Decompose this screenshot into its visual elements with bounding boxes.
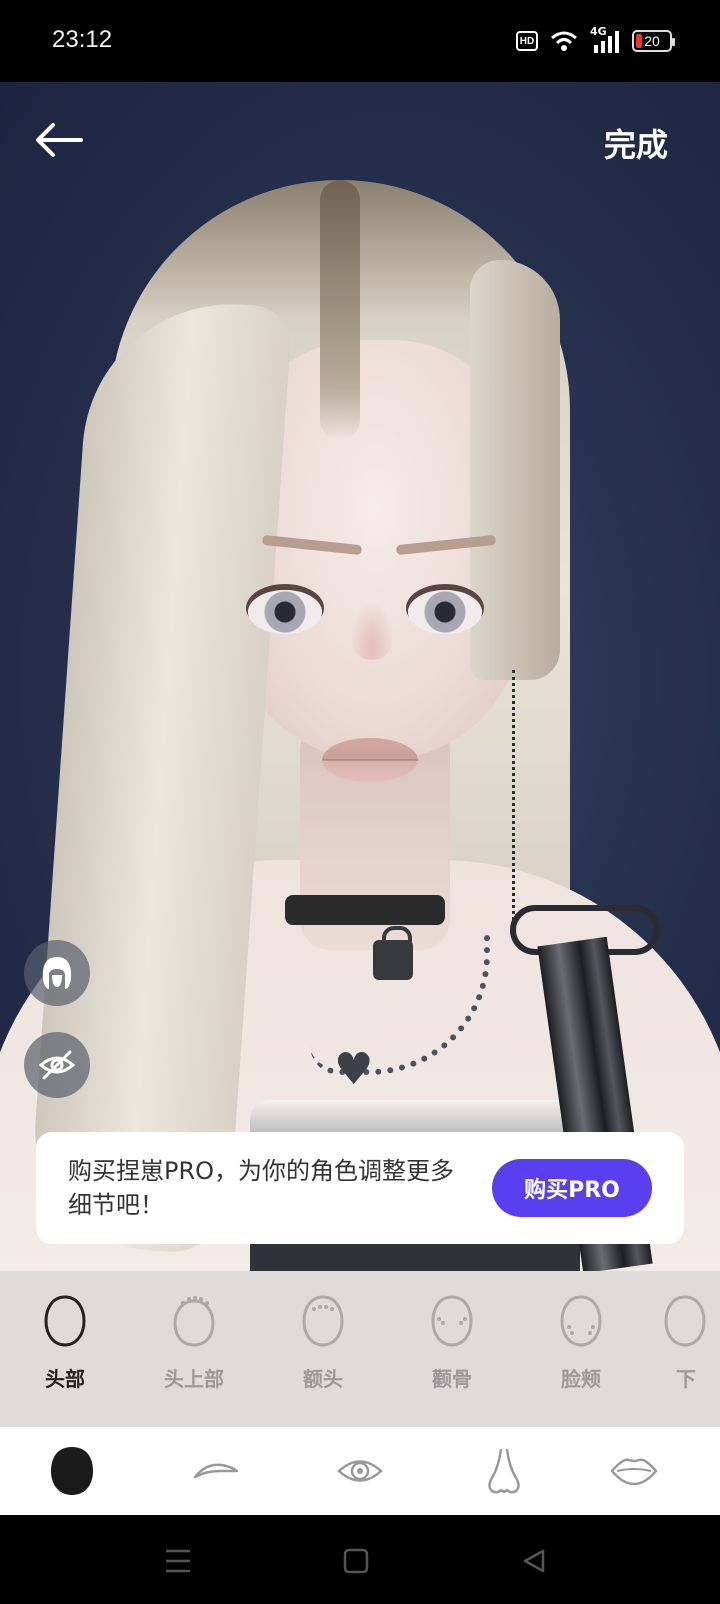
- cheekbone-icon: [431, 1295, 473, 1347]
- category-face[interactable]: [42, 1441, 102, 1501]
- back-arrow-icon: [36, 123, 83, 157]
- face-icon: [51, 1447, 93, 1495]
- tab-head-top-label: 头上部: [164, 1367, 224, 1391]
- pro-promo-card: 购买捏崽PRO，为你的角色调整更多细节吧！ 购买PRO: [36, 1132, 684, 1244]
- buy-pro-button[interactable]: 购买PRO: [492, 1159, 652, 1217]
- nose-icon: [488, 1448, 520, 1494]
- eye-hidden-icon: [38, 1050, 76, 1080]
- signal-icon: 4G: [590, 25, 620, 53]
- cheek-icon: [560, 1295, 602, 1347]
- tab-forehead-label: 额头: [303, 1367, 343, 1391]
- category-lips[interactable]: [604, 1441, 664, 1501]
- status-time: 23:12: [52, 26, 113, 53]
- tab-head[interactable]: 头部: [15, 1291, 115, 1411]
- battery-level: 20: [644, 33, 660, 49]
- tab-cheek-label: 脸颊: [561, 1367, 601, 1391]
- category-nose[interactable]: [474, 1441, 534, 1501]
- status-icons: HD 4G 20: [516, 25, 675, 56]
- avatar-character: ♥: [0, 82, 720, 1271]
- tab-forehead[interactable]: 额头: [273, 1291, 373, 1411]
- wifi-icon: [551, 31, 577, 51]
- home-icon: [343, 1548, 369, 1574]
- eye-icon: [337, 1460, 383, 1482]
- hair-icon: [42, 957, 72, 989]
- hair-toggle-button[interactable]: [24, 940, 90, 1006]
- category-eyebrow[interactable]: [186, 1441, 246, 1501]
- jaw-icon: [664, 1295, 706, 1347]
- tab-cheekbone[interactable]: 颧骨: [402, 1291, 502, 1411]
- forehead-icon: [302, 1295, 344, 1347]
- nav-back-button[interactable]: [514, 1541, 554, 1581]
- visibility-toggle-button[interactable]: [24, 1032, 90, 1098]
- system-nav-bar: [0, 1515, 720, 1604]
- menu-icon: [166, 1549, 190, 1573]
- tab-jaw[interactable]: 下: [660, 1291, 720, 1411]
- tab-head-top[interactable]: 头上部: [144, 1291, 244, 1411]
- head-top-icon: [173, 1296, 215, 1347]
- promo-text: 购买捏崽PRO，为你的角色调整更多细节吧！: [68, 1157, 455, 1219]
- eyebrow-icon: [193, 1463, 239, 1479]
- category-eye[interactable]: [330, 1441, 390, 1501]
- battery-icon: 20: [632, 30, 675, 52]
- done-button[interactable]: 完成: [604, 120, 668, 166]
- head-outline-icon: [44, 1295, 86, 1347]
- avatar-editor-screen: 23:12 HD 4G 20 ♥ 完成 购买捏崽PRO，为你的角色调整更多细节吧…: [0, 0, 720, 1604]
- feature-category-bar: [0, 1427, 720, 1515]
- tab-head-label: 头部: [45, 1367, 85, 1391]
- nav-menu-button[interactable]: [158, 1541, 198, 1581]
- hd-icon: HD: [516, 31, 538, 51]
- tab-jaw-label: 下: [676, 1367, 696, 1391]
- back-button[interactable]: [34, 118, 84, 162]
- tab-cheekbone-label: 颧骨: [432, 1367, 472, 1391]
- nav-home-button[interactable]: [336, 1541, 376, 1581]
- back-icon: [523, 1549, 545, 1573]
- lips-icon: [610, 1458, 658, 1486]
- tab-cheek[interactable]: 脸颊: [531, 1291, 631, 1411]
- avatar-viewport[interactable]: ♥: [0, 82, 720, 1271]
- status-bar: 23:12 HD 4G 20: [0, 0, 720, 82]
- head-part-tabs: 头部 头上部 额头 颧骨 脸颊 下: [0, 1271, 720, 1427]
